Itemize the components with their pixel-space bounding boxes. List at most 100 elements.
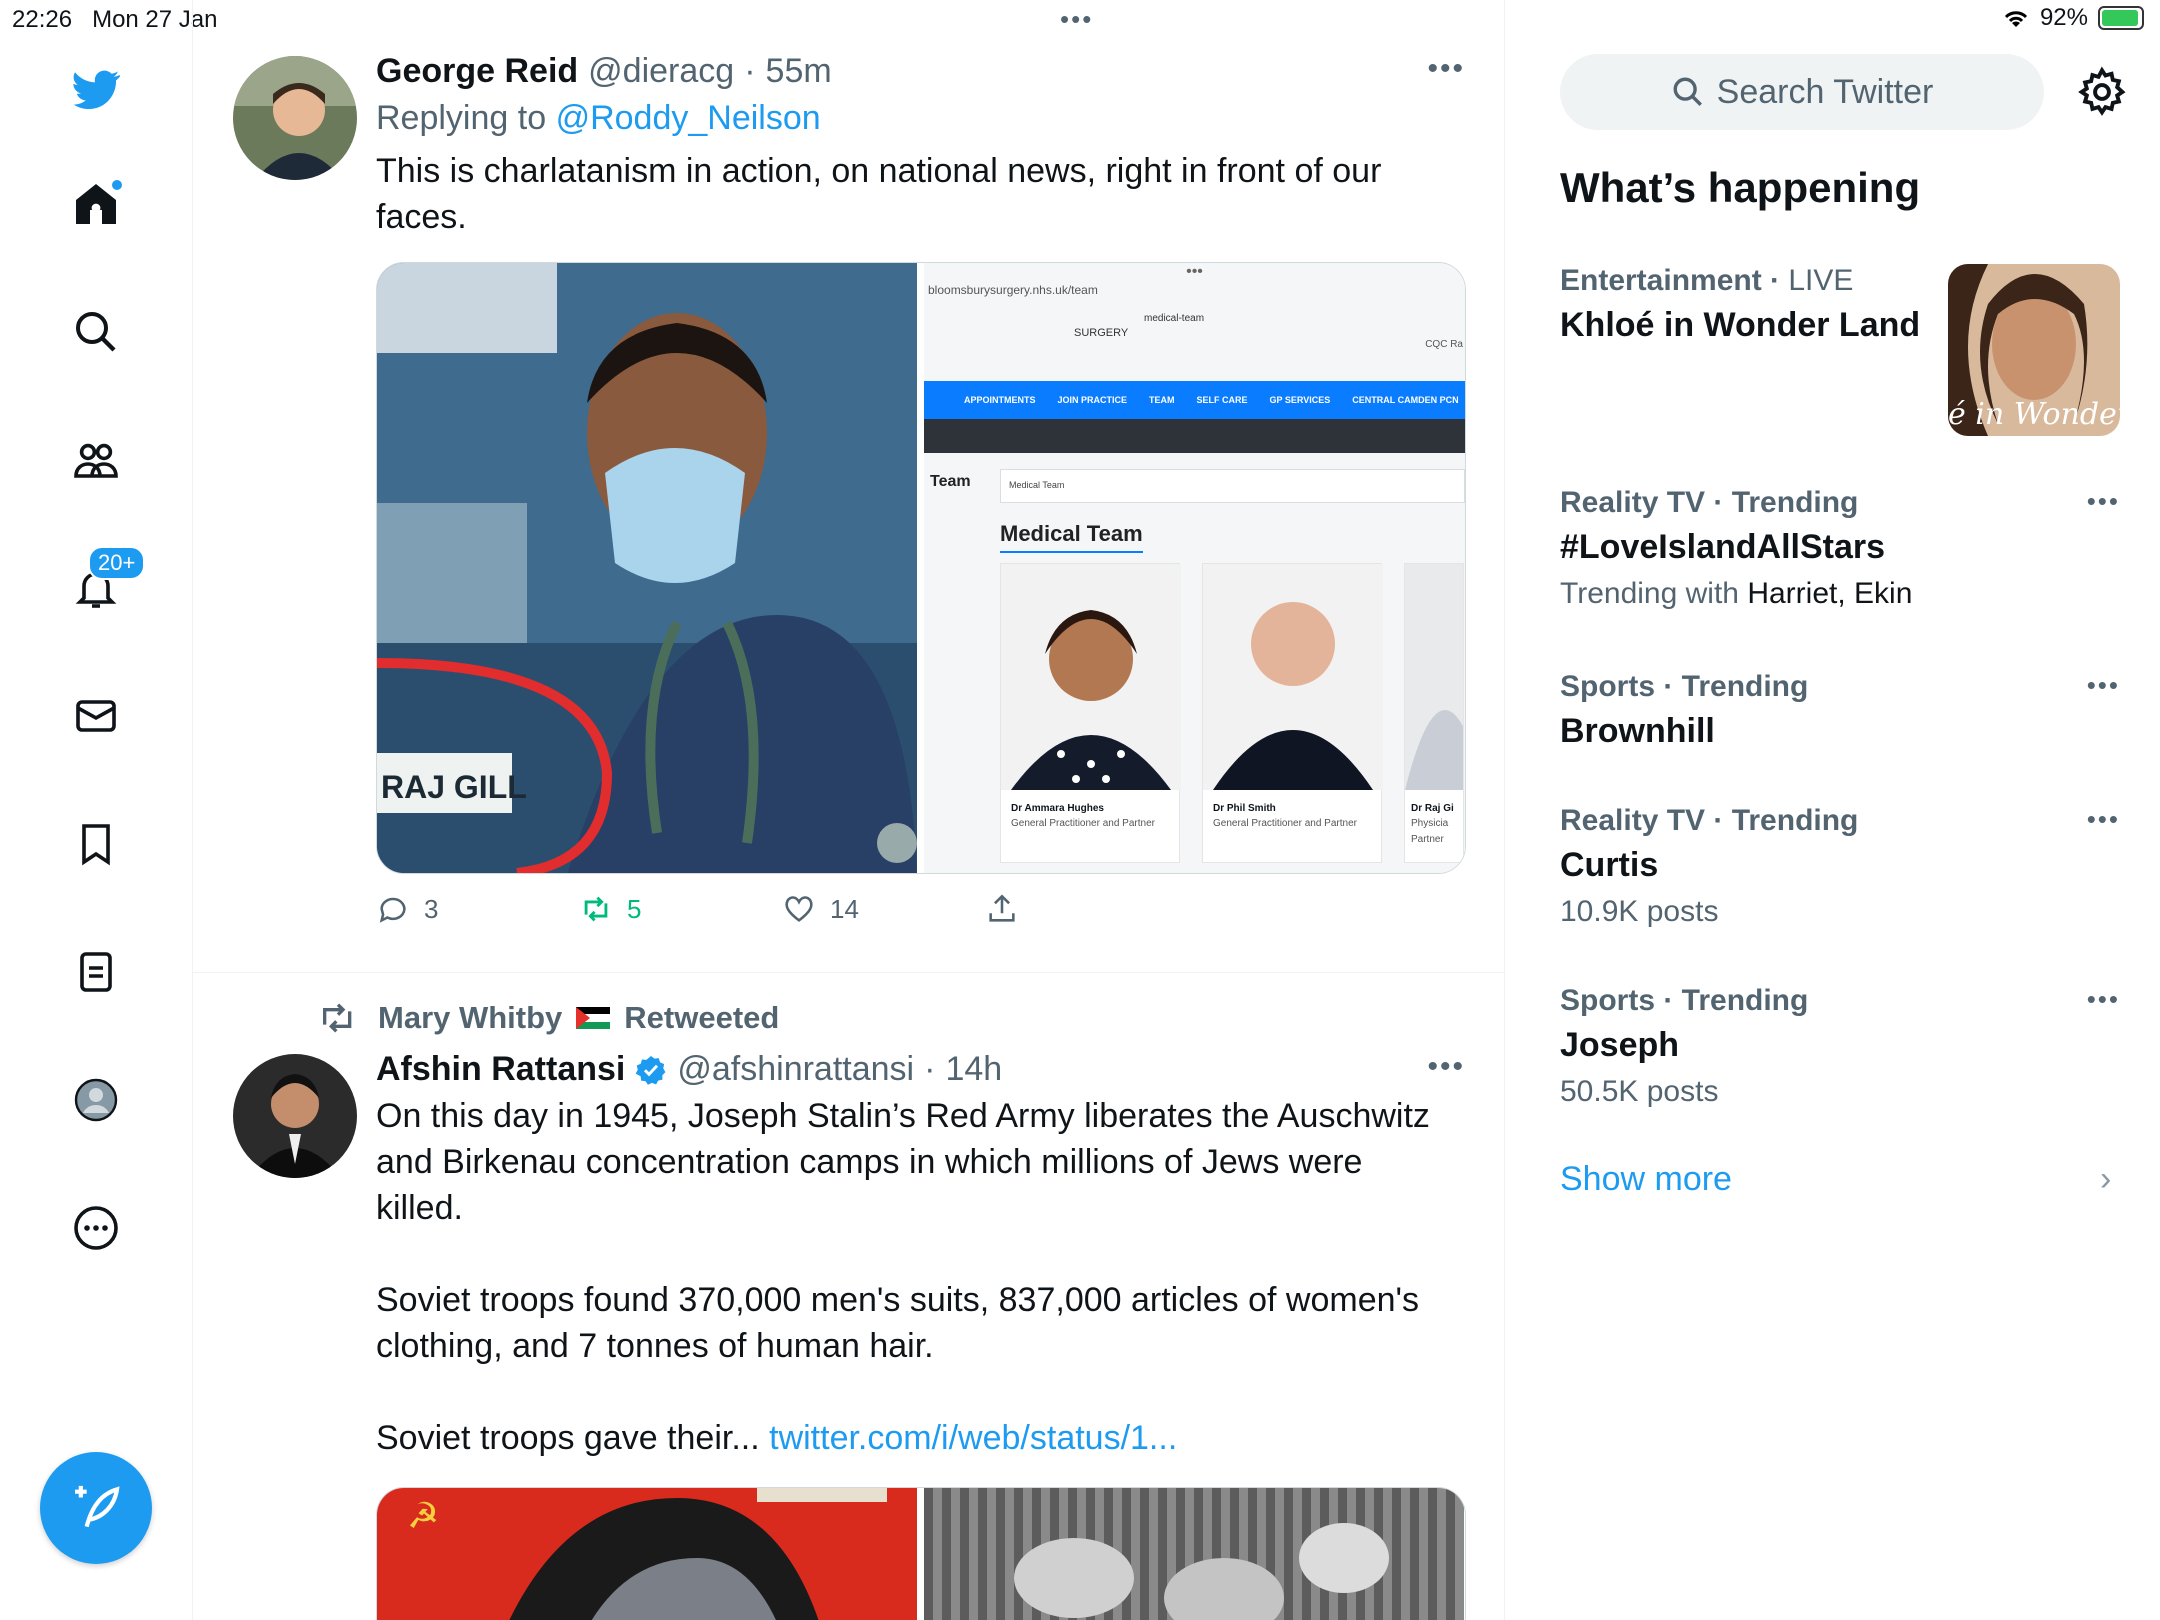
home-unread-dot [110, 178, 124, 192]
right-sidebar: Search Twitter What’s happening Entertai… [1506, 0, 2160, 1620]
compose-feather-icon [75, 1485, 120, 1528]
retweet-count: 5 [627, 893, 642, 924]
tweet-text-truncated: Soviet troops gave their... [376, 1419, 760, 1457]
web-heading: Medical Team [1000, 521, 1143, 553]
media-image-2[interactable] [924, 1488, 1465, 1620]
retweet-button[interactable]: 5 [579, 892, 782, 926]
trend-post-count: 10.9K posts [1560, 895, 1719, 928]
media-image-1[interactable]: RAJ GILL [377, 263, 918, 873]
bookmarks-icon[interactable] [68, 816, 124, 872]
trend-item[interactable]: Entertainment · LIVE Khloé in Wonder Lan… [1560, 264, 2120, 436]
show-more-link[interactable]: Show more [1560, 1160, 1732, 1199]
author-name[interactable]: Afshin Rattansi [376, 1050, 625, 1089]
palestine-flag-icon [576, 1007, 611, 1029]
retweet-icon [323, 1003, 352, 1033]
trend-item[interactable]: Sports · Trending Brownhill ••• [1560, 670, 2120, 751]
tweet-text: This is charlatanism in action, on natio… [376, 152, 1391, 236]
trend-more-icon[interactable]: ••• [2087, 804, 2120, 835]
doctor-card: Dr Ammara Hughes General Practitioner an… [1000, 563, 1181, 863]
trend-image-text: é in Wonder L [1948, 397, 2120, 432]
doctor-card: Dr Phil Smith General Practitioner and P… [1202, 563, 1383, 863]
replying-to-link[interactable]: @Roddy_Neilson [556, 99, 821, 137]
tweet-header: Afshin Rattansi @afshinrattansi · 14h [376, 1050, 1003, 1089]
tweet-text-paragraph-2: Soviet troops found 370,000 men's suits,… [376, 1281, 1429, 1365]
trend-name: Curtis [1560, 846, 1659, 884]
media-image-1[interactable]: ☭ [377, 1488, 918, 1620]
verified-badge-icon [636, 1055, 666, 1085]
trend-more-icon[interactable]: ••• [2087, 984, 2120, 1015]
trend-post-count: 50.5K posts [1560, 1075, 1719, 1108]
tweet-divider [193, 972, 1504, 973]
trend-item[interactable]: Sports · Trending Joseph 50.5K posts ••• [1560, 984, 2120, 1109]
search-input[interactable]: Search Twitter [1560, 54, 2044, 130]
trend-name: #LoveIslandAllStars [1560, 528, 1886, 566]
search-placeholder: Search Twitter [1716, 72, 1934, 111]
web-surgery: SURGERY [1074, 327, 1129, 339]
web-menu: APPOINTMENTS JOIN PRACTICE TEAM SELF CARE GP… [924, 381, 1465, 419]
trend-category: Reality TV · Trending [1560, 486, 1859, 519]
retweeter-name[interactable]: Mary Whitby [378, 1000, 562, 1036]
timeline[interactable]: George Reid @dieracg · 55m Replying to @… [193, 0, 1505, 1620]
whats-happening-title: What’s happening [1560, 164, 1921, 211]
tweet-time[interactable]: 14h [945, 1050, 1002, 1089]
tweet-media[interactable]: RAJ GILL ••• bloomsburysurgery.nhs.uk/te… [376, 262, 1466, 874]
share-button[interactable] [985, 892, 1188, 926]
notifications-badge: 20+ [88, 546, 146, 580]
twitter-logo-icon[interactable] [68, 62, 124, 118]
retweeted-label: Retweeted [624, 1000, 780, 1035]
replying-to: Replying to @Roddy_Neilson [376, 99, 1466, 138]
like-count: 14 [830, 893, 859, 924]
trend-name: Joseph [1560, 1026, 1680, 1064]
communities-icon[interactable] [68, 432, 124, 488]
author-name[interactable]: George Reid [376, 52, 578, 91]
author-handle[interactable]: @dieracg [588, 52, 734, 91]
more-options-icon[interactable] [68, 1200, 124, 1256]
trend-category: Sports · Trending [1560, 670, 1809, 703]
retweeted-by: Mary Whitby Retweeted [318, 1000, 779, 1036]
tweet-actions: 3 5 14 [376, 892, 1466, 926]
lists-icon[interactable] [68, 944, 124, 1000]
trend-item[interactable]: Reality TV · Trending Curtis 10.9K posts… [1560, 804, 2120, 929]
trend-category: Reality TV · Trending [1560, 804, 1859, 837]
messages-mail-icon[interactable] [68, 688, 124, 744]
web-team-label: Team [930, 473, 971, 490]
reply-icon [379, 897, 406, 923]
reply-button[interactable]: 3 [376, 892, 579, 926]
explore-search-icon[interactable] [68, 304, 124, 360]
media-image-2[interactable]: ••• bloomsburysurgery.nhs.uk/team medica… [924, 263, 1465, 873]
reply-count: 3 [424, 893, 439, 924]
heart-icon [785, 896, 813, 922]
trend-name: Brownhill [1560, 712, 1715, 750]
avatar[interactable] [233, 56, 357, 180]
tweet-more-icon[interactable]: ••• [1427, 52, 1465, 86]
chevron-right-icon[interactable]: › [2100, 1160, 2111, 1199]
trend-item[interactable]: Reality TV · Trending #LoveIslandAllStar… [1560, 486, 2120, 611]
web-cqc: CQC Ra [1425, 339, 1463, 350]
trend-image[interactable]: é in Wonder L [1948, 264, 2120, 436]
media-caption-text: RAJ GILL [381, 769, 527, 805]
svg-text:☭: ☭ [407, 1495, 439, 1536]
tweet-text-paragraph-1: On this day in 1945, Joseph Stalin’s Red… [376, 1097, 1440, 1227]
like-button[interactable]: 14 [782, 892, 985, 926]
trend-category: Sports · Trending [1560, 984, 1809, 1017]
tweet-text-paragraph-3: Soviet troops gave their... twitter.com/… [376, 1415, 1456, 1461]
trend-more-icon[interactable]: ••• [2087, 486, 2120, 517]
profile-avatar-icon[interactable] [68, 1072, 124, 1128]
tweet-time[interactable]: 55m [766, 52, 832, 91]
search-icon [1673, 77, 1702, 106]
web-tab: medical-team [1144, 313, 1205, 324]
notifications-bell-icon[interactable]: 20+ [68, 546, 146, 616]
tweet-text: On this day in 1945, Joseph Stalin’s Red… [376, 1093, 1446, 1231]
home-icon[interactable] [68, 176, 124, 232]
author-handle[interactable]: @afshinrattansi [677, 1050, 914, 1089]
settings-gear-icon[interactable] [2076, 66, 2128, 118]
tweet-more-icon[interactable]: ••• [1427, 1050, 1465, 1084]
compose-tweet-button[interactable] [40, 1452, 152, 1564]
replying-to-label: Replying to [376, 99, 547, 137]
tweet-media[interactable]: ☭ [376, 1487, 1466, 1620]
trend-with: Trending with Harriet, Ekin [1560, 577, 1913, 610]
tweet-header: George Reid @dieracg · 55m [376, 52, 832, 91]
trend-more-icon[interactable]: ••• [2087, 670, 2120, 701]
tweet-link[interactable]: twitter.com/i/web/status/1... [769, 1419, 1177, 1457]
avatar[interactable] [233, 1054, 357, 1178]
